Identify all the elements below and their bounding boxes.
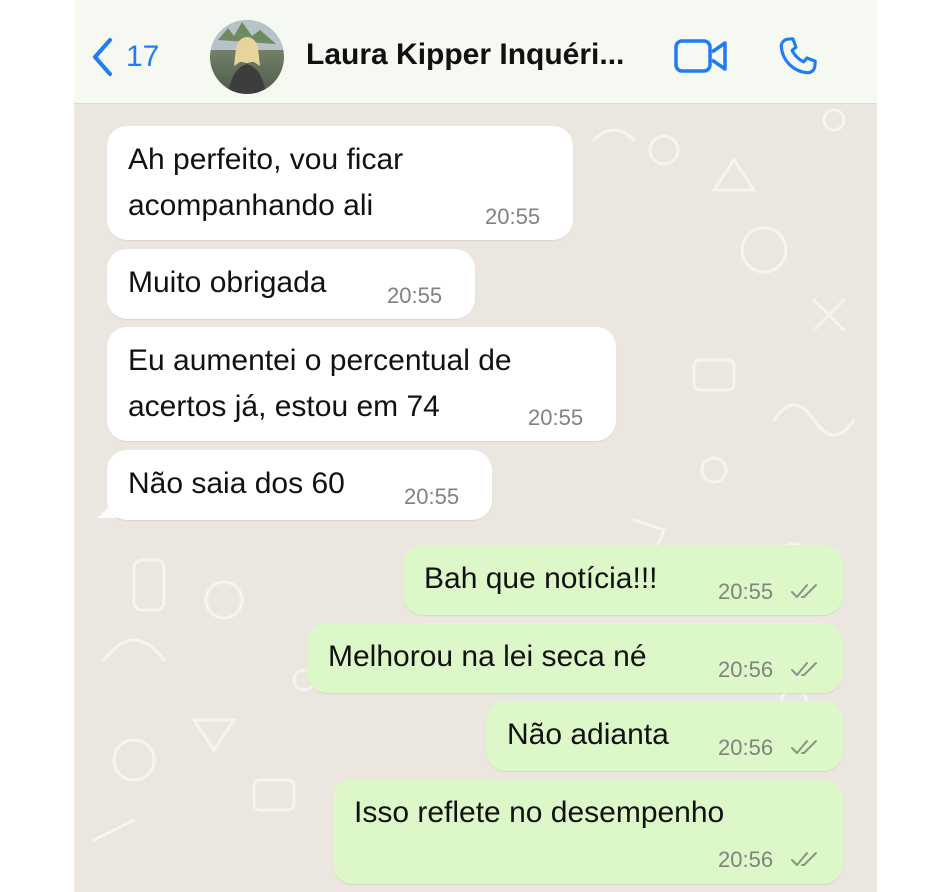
message-time: 20:55 [485,204,541,229]
message-text: Não adianta [507,718,669,751]
read-ticks-icon [791,662,817,676]
contact-name[interactable]: Laura Kipper Inquéri... [306,38,624,72]
message-text: Isso reflete no desempenho [354,796,725,829]
message-bubble-incoming[interactable]: Ah perfeito, vou ficar acompanhando ali 2… [107,126,573,240]
message-text: Bah que notícia!!! [424,562,658,595]
avatar-image [210,20,284,94]
message-bubble-outgoing[interactable]: Isso reflete no desempenho 20:56 [333,779,843,884]
message-bubble-incoming[interactable]: Muito obrigada 20:55 [107,249,475,319]
message-time: 20:55 [718,579,774,604]
message-text: Não saia dos 60 [128,467,345,500]
message-text: Eu aumentei o percentual de acertos já, e… [128,344,512,423]
message-text: Muito obrigada [128,266,327,299]
video-camera-icon [674,39,727,73]
message-time: 20:55 [387,283,443,308]
message-bubble-outgoing[interactable]: Não adianta 20:56 [486,701,843,771]
message-time: 20:55 [404,484,460,509]
read-ticks-icon [791,584,817,598]
message-time: 20:56 [718,735,774,760]
chat-screen: 17 Laura Kipper Inquéri... Ah perfeito, … [74,0,877,892]
avatar[interactable] [210,20,284,94]
message-time: 20:56 [718,847,774,872]
message-time: 20:56 [718,657,774,682]
read-ticks-icon [791,740,817,754]
message-bubble-incoming[interactable]: Não saia dos 60 20:55 [107,450,492,520]
phone-icon [779,37,817,75]
chat-header: 17 Laura Kipper Inquéri... [74,0,877,104]
message-bubble-outgoing[interactable]: Melhorou na lei seca né 20:56 [307,623,843,693]
voice-call-button[interactable] [776,34,820,83]
message-bubble-outgoing[interactable]: Bah que notícia!!! 20:55 [403,545,843,615]
back-button[interactable]: 17 [90,34,159,80]
message-bubble-incoming[interactable]: Eu aumentei o percentual de acertos já, e… [107,327,616,441]
chevron-left-icon [93,38,112,76]
message-text: Ah perfeito, vou ficar acompanhando ali [128,143,404,222]
read-ticks-icon [791,852,817,866]
unread-count: 17 [126,40,160,73]
message-time: 20:55 [528,405,584,430]
message-text: Melhorou na lei seca né [328,640,647,673]
video-call-button[interactable] [674,38,728,79]
